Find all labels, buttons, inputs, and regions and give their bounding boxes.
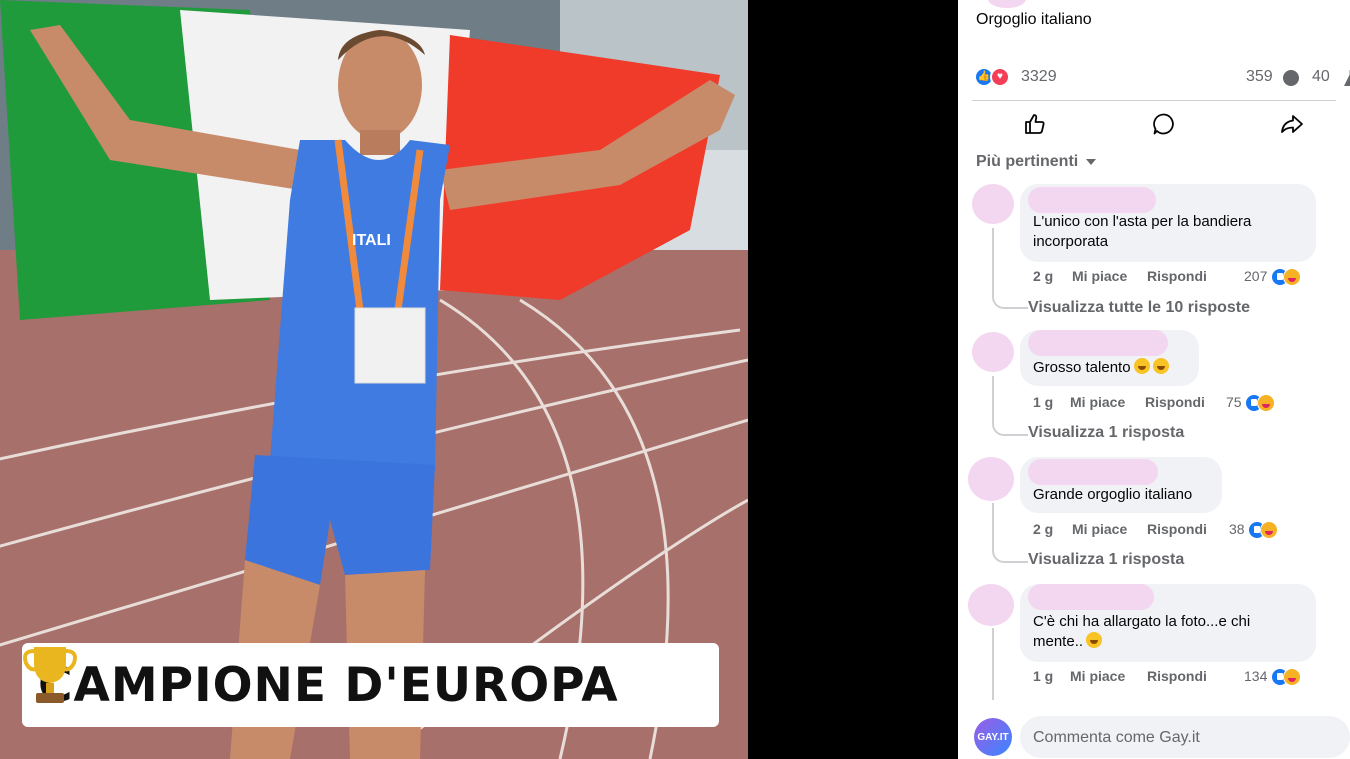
redacted-name [1028, 187, 1156, 213]
comment-reply-button[interactable]: Rispondi [1147, 668, 1207, 684]
comment: Grande orgoglio italiano 2 g Mi piace Ri… [958, 457, 1350, 577]
sort-label: Più pertinenti [976, 153, 1079, 170]
comment-reaction-count: 207 [1244, 268, 1268, 284]
post-photo[interactable]: ITALI CAMPIONE D'EUROPA [0, 0, 748, 759]
reaction-icons[interactable]: 👍 ♥ [974, 67, 1014, 87]
haha-reaction-icon [1260, 521, 1279, 540]
comment-like-button[interactable]: Mi piace [1070, 668, 1125, 684]
comment-button[interactable] [1144, 106, 1184, 142]
user-avatar[interactable]: GAY.IT [974, 718, 1012, 756]
comment-reactions[interactable]: 75 [1226, 394, 1276, 413]
facebook-post-panel: Orgoglio italiano 👍 ♥ 3329 359 40 Più pe… [958, 0, 1350, 759]
share-icon [1281, 115, 1303, 133]
comment-time[interactable]: 1 g [1033, 394, 1053, 410]
comment-time[interactable]: 2 g [1033, 268, 1053, 284]
comment-reactions[interactable]: 38 [1229, 521, 1279, 540]
divider [972, 100, 1336, 101]
redacted-name [1028, 459, 1158, 485]
view-replies-link[interactable]: Visualizza 1 risposta [1028, 424, 1184, 442]
thread-line [992, 376, 1028, 436]
redacted-name [1028, 330, 1168, 356]
comment-reply-button[interactable]: Rispondi [1147, 521, 1207, 537]
comment-count-icon [1283, 70, 1299, 86]
sort-dropdown[interactable]: Più pertinenti [976, 153, 1097, 171]
commenter-avatar[interactable] [968, 457, 1014, 501]
comment-reaction-count: 75 [1226, 394, 1242, 410]
caption-banner: CAMPIONE D'EUROPA [22, 643, 719, 727]
comment-reaction-count: 134 [1244, 668, 1268, 684]
comment-like-button[interactable]: Mi piace [1072, 521, 1127, 537]
comment-text: L'unico con l'asta per la bandiera incor… [1033, 213, 1252, 250]
comment-input[interactable] [1020, 716, 1350, 758]
view-replies-link[interactable]: Visualizza tutte le 10 risposte [1028, 299, 1250, 317]
caret-down-icon [1086, 158, 1097, 165]
comment: L'unico con l'asta per la bandiera incor… [958, 184, 1350, 324]
comment-like-button[interactable]: Mi piace [1070, 394, 1125, 410]
comment-reaction-count: 38 [1229, 521, 1245, 537]
comment-like-button[interactable]: Mi piace [1072, 268, 1127, 284]
comment-reply-button[interactable]: Rispondi [1145, 394, 1205, 410]
smiling-face-emoji [1152, 358, 1169, 374]
share-count[interactable]: 40 [1312, 68, 1330, 86]
comment-reactions[interactable]: 207 [1244, 268, 1302, 287]
thread-line [992, 628, 994, 700]
share-count-icon [1344, 70, 1350, 86]
share-button[interactable] [1272, 106, 1312, 142]
haha-reaction-icon [1283, 668, 1302, 687]
post-actions [972, 106, 1336, 142]
smiling-face-emoji [1086, 632, 1103, 648]
comment-time[interactable]: 2 g [1033, 521, 1053, 537]
post-stats: 👍 ♥ 3329 359 40 [972, 66, 1350, 90]
comment-icon [1153, 113, 1174, 135]
comment: Grosso talento 1 g Mi piace Rispondi 75 … [958, 330, 1350, 450]
trophy-icon [23, 647, 77, 703]
comment-text: Grosso talento [1033, 359, 1131, 376]
comment-text: Grande orgoglio italiano [1033, 486, 1193, 503]
comment-time[interactable]: 1 g [1033, 668, 1053, 684]
thread-line [992, 503, 1028, 563]
haha-reaction-icon [1257, 394, 1276, 413]
reaction-count[interactable]: 3329 [1021, 68, 1057, 86]
commenter-avatar[interactable] [972, 332, 1014, 372]
like-icon [1025, 114, 1045, 134]
redacted-name [1028, 584, 1154, 610]
comment-reactions[interactable]: 134 [1244, 668, 1302, 687]
commenter-avatar[interactable] [972, 184, 1014, 224]
comment-reply-button[interactable]: Rispondi [1147, 268, 1207, 284]
comment-count[interactable]: 359 [1246, 68, 1273, 86]
commenter-avatar[interactable] [968, 584, 1014, 626]
comment-text: C'è chi ha allargato la foto...e chi men… [1033, 613, 1251, 650]
grinning-face-emoji [1133, 358, 1150, 374]
love-reaction-icon: ♥ [990, 67, 1010, 87]
like-button[interactable] [1015, 106, 1055, 142]
comment: C'è chi ha allargato la foto...e chi men… [958, 584, 1350, 704]
caption-text: CAMPIONE D'EUROPA [38, 657, 619, 713]
jersey-text: ITALI [352, 232, 391, 249]
redacted-avatar [988, 0, 1026, 8]
black-gap [748, 0, 958, 759]
haha-reaction-icon [1283, 268, 1302, 287]
view-replies-link[interactable]: Visualizza 1 risposta [1028, 551, 1184, 569]
comment-composer: GAY.IT [974, 716, 1350, 759]
post-text: Orgoglio italiano [976, 11, 1092, 28]
